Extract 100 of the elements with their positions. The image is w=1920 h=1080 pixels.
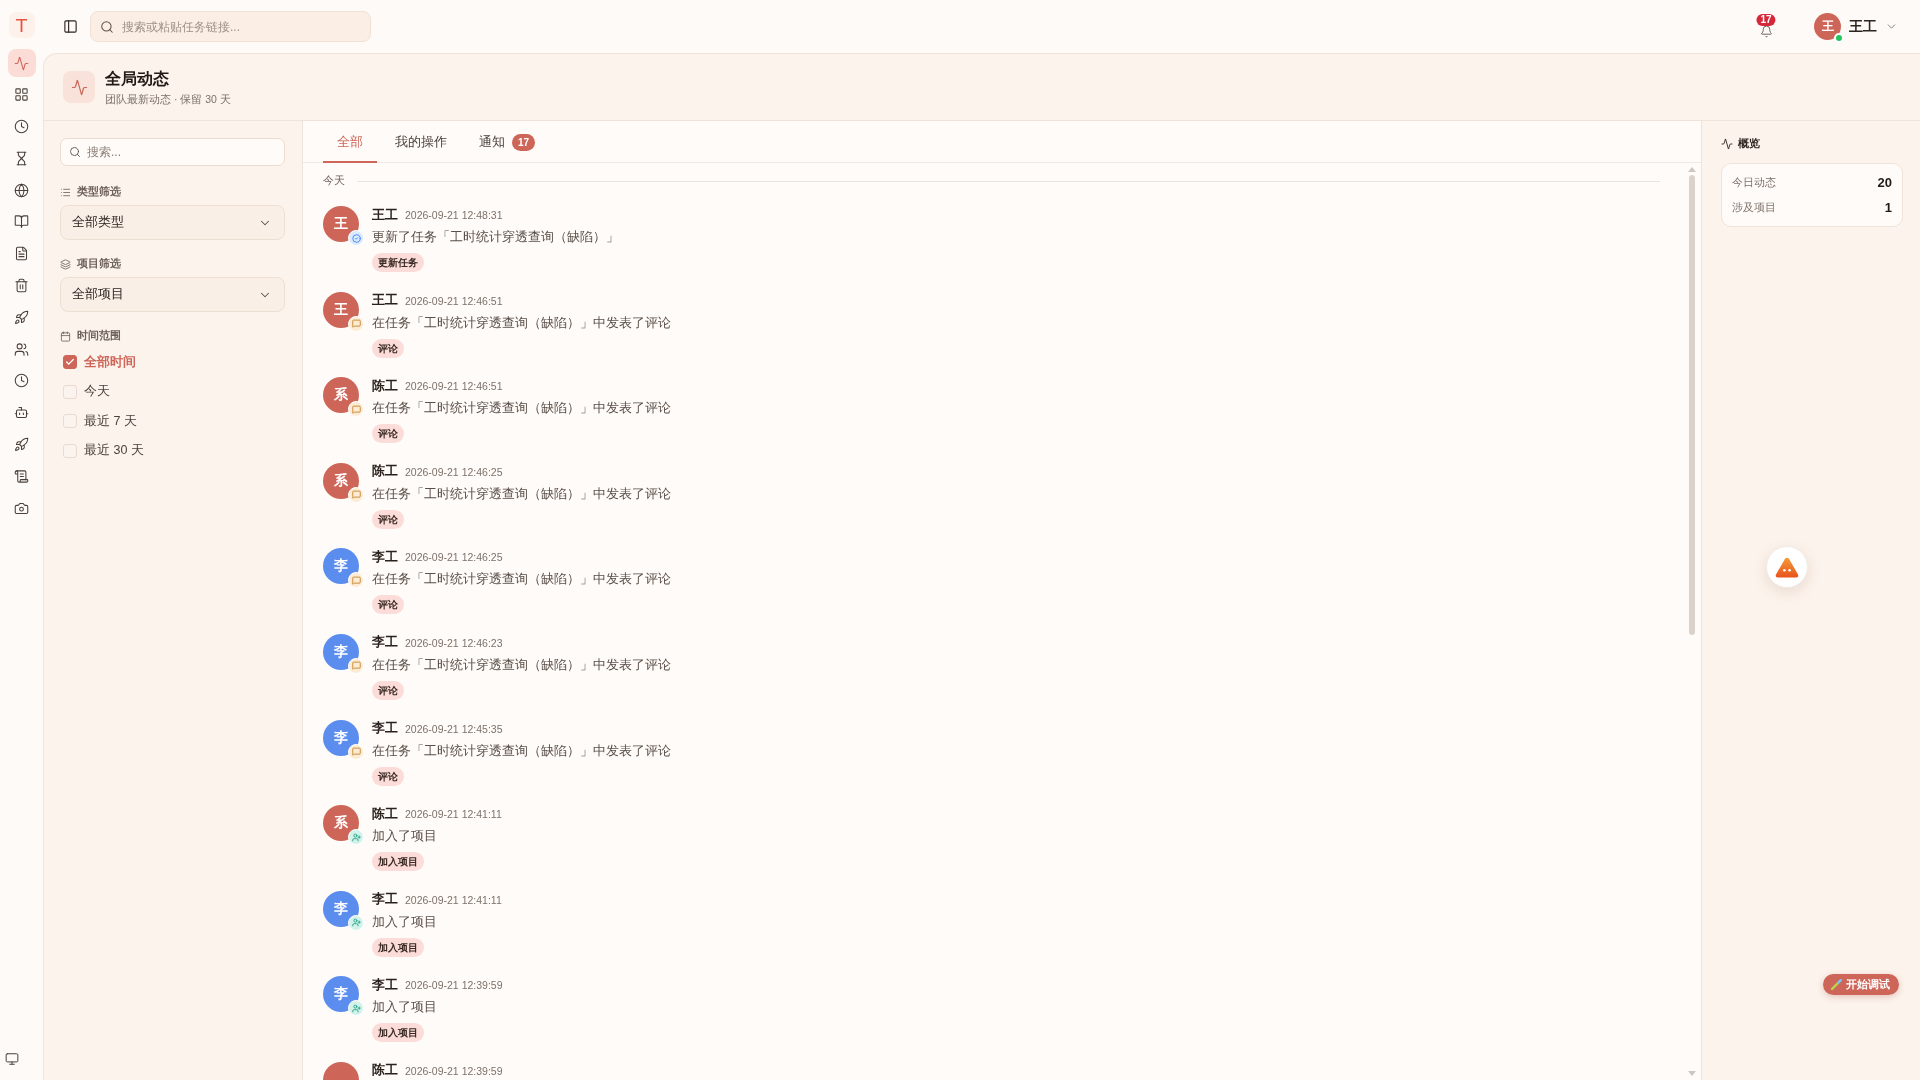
user-name: 王工 [372, 206, 398, 224]
overview-title: 概览 [1738, 137, 1760, 151]
tab[interactable]: 全部 [323, 121, 377, 163]
activity-tag: 评论 [372, 680, 404, 700]
activity-text: 更新了任务「工时统计穿透查询（缺陷）」 [372, 229, 619, 246]
stat-label: 今日动态 [1732, 175, 1776, 190]
filter-label: 类型筛选 [77, 185, 121, 199]
timestamp: 2026-09-21 12:46:25 [405, 465, 503, 478]
search-icon [69, 146, 81, 158]
calendar-icon [60, 330, 71, 342]
page-title: 全局动态 [105, 68, 170, 89]
grid-icon [14, 87, 29, 103]
option-label[interactable]: 今天 [84, 383, 110, 401]
check-circle-icon [348, 230, 364, 246]
document-icon [14, 246, 29, 262]
section-label: 今天 [323, 174, 345, 188]
wand-icon [1831, 979, 1842, 990]
activity-tag: 加入项目 [372, 852, 424, 872]
tab[interactable]: 我的操作 [381, 121, 461, 163]
timestamp: 2026-09-21 12:41:11 [405, 893, 502, 906]
timestamp: 2026-09-21 12:39:59 [405, 1064, 503, 1077]
page-subtitle: 团队最新动态 · 保留 30 天 [105, 91, 231, 106]
activity-text: 在任务「工时统计穿透查询（缺陷）」中发表了评论 [372, 400, 671, 418]
search-field[interactable]: 搜索或粘贴任务链接... [90, 11, 371, 42]
user-avatar: 王 [1814, 13, 1841, 40]
user-name: 陈工 [372, 377, 398, 395]
filter-label: 项目筛选 [77, 257, 121, 271]
hourglass-icon [14, 150, 29, 166]
avatar: 系 [323, 377, 359, 414]
notifications-button[interactable]: 17 [1756, 15, 1776, 38]
check-icon [65, 357, 75, 367]
project-select[interactable]: 全部项目 [60, 277, 285, 312]
user-name: 陈工 [372, 1062, 398, 1080]
avatar: 李 [323, 719, 359, 756]
avatar: 系 [323, 462, 359, 499]
activity-text: 在任务「工时统计穿透查询（缺陷）」中发表了评论 [372, 314, 671, 332]
timestamp: 2026-09-21 12:41:11 [405, 808, 502, 821]
option-label[interactable]: 最近 30 天 [84, 442, 144, 460]
list-icon [60, 186, 71, 198]
activity-text: 在任务「工时统计穿透查询（缺陷）」中发表了评论 [372, 571, 671, 589]
sidebar-toggle-icon[interactable] [63, 19, 78, 34]
scrollbar-thumb[interactable] [1689, 175, 1695, 635]
rocket-icon [14, 437, 29, 453]
avatar: 李 [323, 890, 359, 927]
user-name: 陈工 [372, 463, 398, 481]
avatar: 王 [323, 291, 359, 328]
activity-text: 在任务「工时统计穿透查询（缺陷）」中发表了评论 [372, 656, 671, 674]
comment-icon [348, 401, 364, 418]
checkbox[interactable] [63, 355, 77, 369]
user-name: 李工 [372, 548, 398, 566]
activity-tag: 加入项目 [372, 937, 424, 957]
layers-icon [60, 258, 71, 270]
avatar: 李 [323, 633, 359, 670]
triangle-face-icon [1775, 556, 1799, 578]
timestamp: 2026-09-21 12:46:51 [405, 380, 503, 393]
book-icon [14, 214, 29, 230]
count-badge: 17 [512, 133, 536, 151]
avatar: 系 [323, 805, 359, 842]
stat-value: 20 [1877, 175, 1892, 190]
activity-text: 在任务「工时统计穿透查询（缺陷）」中发表了评论 [372, 485, 671, 503]
rocket-icon [14, 309, 29, 325]
camera-icon [14, 500, 29, 516]
activity-icon [14, 55, 29, 71]
user-menu[interactable]: 王 王工 [1814, 13, 1898, 40]
stat-label: 涉及项目 [1732, 200, 1776, 215]
option-label[interactable]: 最近 7 天 [84, 412, 137, 430]
tab[interactable]: 通知 17 [465, 121, 550, 163]
user-name: 陈工 [372, 805, 398, 823]
user-name: 李工 [372, 634, 398, 652]
user-name: 李工 [372, 720, 398, 738]
user-plus-icon [348, 829, 364, 846]
activity-tag: 更新任务 [372, 253, 424, 272]
activity-text: 加入了项目 [372, 828, 437, 846]
user-name: 王工 [372, 292, 398, 310]
timestamp: 2026-09-21 12:46:23 [405, 636, 503, 649]
activity-tag: 评论 [372, 424, 404, 444]
activity-text: 在任务「工时统计穿透查询（缺陷）」中发表了评论 [372, 742, 671, 760]
activity-tag: 评论 [372, 595, 404, 615]
user-plus-icon [348, 1000, 364, 1017]
trash-icon [14, 278, 29, 294]
filter-search-field[interactable]: 搜索... [60, 138, 285, 166]
activity-tag: 评论 [372, 509, 404, 529]
user-name: 李工 [372, 891, 398, 909]
globe-icon [14, 182, 29, 198]
type-select[interactable]: 全部类型 [60, 205, 285, 240]
timestamp: 2026-09-21 12:46:51 [405, 294, 503, 307]
activity-text: 加入了项目 [372, 999, 437, 1017]
timestamp: 2026-09-21 12:46:25 [405, 551, 503, 564]
monitor-icon[interactable] [5, 1052, 19, 1066]
activity-tag: 评论 [372, 338, 404, 358]
timestamp: 2026-09-21 12:45:35 [405, 722, 503, 735]
activity-tag: 加入项目 [372, 1023, 424, 1043]
avatar: 李 [323, 976, 359, 1013]
scroll-icon [14, 468, 29, 484]
activity-icon [1721, 138, 1733, 150]
debug-button[interactable]: 开始调试 [1823, 974, 1899, 995]
search-icon [100, 19, 114, 34]
filter-label: 时间范围 [77, 329, 121, 343]
activity-icon [63, 71, 95, 103]
timestamp: 2026-09-21 12:39:59 [405, 979, 503, 992]
